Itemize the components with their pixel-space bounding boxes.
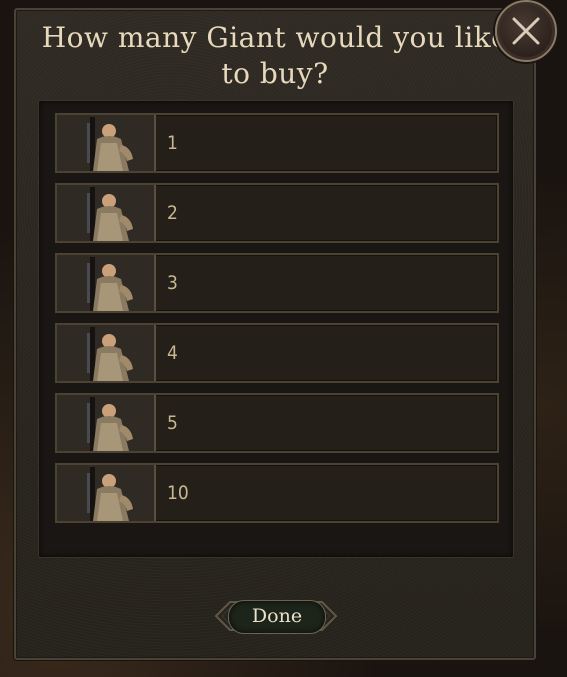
quantity-label: 4 <box>167 342 178 364</box>
purchase-dialog: How many Giant would you like to buy? 1 <box>14 8 536 660</box>
quantity-option-4[interactable]: 4 <box>55 323 499 383</box>
quantity-label: 10 <box>167 482 189 504</box>
dialog-title-line-2: to buy? <box>221 57 329 90</box>
quantity-option-5[interactable]: 5 <box>55 393 499 453</box>
giant-unit-portrait-icon <box>57 465 156 521</box>
quantity-option-2[interactable]: 2 <box>55 183 499 243</box>
quantity-label: 2 <box>167 202 178 224</box>
giant-unit-portrait-icon <box>57 325 156 381</box>
quantity-label: 5 <box>167 412 178 434</box>
quantity-list: 1 2 3 4 5 10 <box>38 100 514 558</box>
quantity-option-1[interactable]: 1 <box>55 113 499 173</box>
done-button-container: Done <box>212 594 340 638</box>
done-button[interactable]: Done <box>228 600 326 634</box>
quantity-option-10[interactable]: 10 <box>55 463 499 523</box>
giant-unit-portrait-icon <box>57 185 156 241</box>
giant-unit-portrait-icon <box>57 115 156 171</box>
dialog-title-line-1: How many Giant would you like <box>41 21 509 54</box>
quantity-option-3[interactable]: 3 <box>55 253 499 313</box>
quantity-label: 1 <box>167 132 178 154</box>
giant-unit-portrait-icon <box>57 255 156 311</box>
close-icon <box>512 17 540 45</box>
close-button[interactable] <box>495 0 557 62</box>
dialog-title: How many Giant would you like to buy? <box>16 20 534 92</box>
quantity-label: 3 <box>167 272 178 294</box>
giant-unit-portrait-icon <box>57 395 156 451</box>
